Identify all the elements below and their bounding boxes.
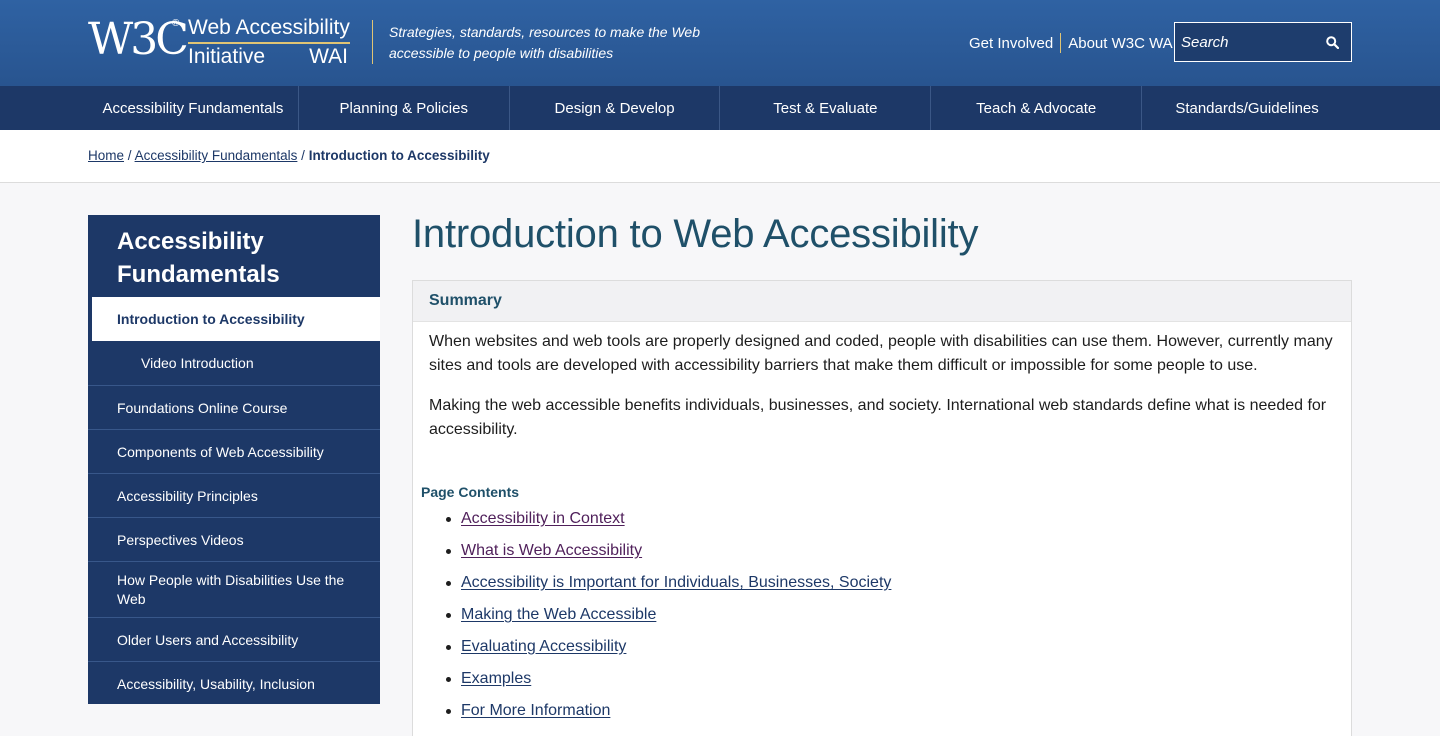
list-item: Making the Web Accessible xyxy=(445,603,891,635)
registered-mark: ® xyxy=(172,18,180,29)
list-item: Accessibility is Important for Individua… xyxy=(445,571,891,603)
breadcrumb-separator: / xyxy=(301,148,305,163)
contents-link-evaluating[interactable]: Evaluating Accessibility xyxy=(461,638,626,655)
sidebar-item-usability-inclusion[interactable]: Accessibility, Usability, Inclusion xyxy=(88,661,380,705)
nav-accessibility-fundamentals[interactable]: Accessibility Fundamentals xyxy=(88,86,299,130)
nav-teach-advocate[interactable]: Teach & Advocate xyxy=(931,86,1143,130)
contents-link-important[interactable]: Accessibility is Important for Individua… xyxy=(461,574,891,591)
get-involved-link[interactable]: Get Involved xyxy=(969,35,1053,52)
list-item: What is Web Accessibility xyxy=(445,539,891,571)
search-box xyxy=(1174,22,1352,62)
page-contents-list: Accessibility in Context What is Web Acc… xyxy=(445,507,891,731)
sidebar-item-how-people-use-web[interactable]: How People with Disabilities Use the Web xyxy=(88,561,380,617)
main-nav: Accessibility Fundamentals Planning & Po… xyxy=(0,86,1440,130)
contents-link-making-accessible[interactable]: Making the Web Accessible xyxy=(461,606,656,623)
sidebar-item-video-introduction[interactable]: Video Introduction xyxy=(88,341,380,385)
nav-test-evaluate[interactable]: Test & Evaluate xyxy=(720,86,932,130)
wai-logo-line1: Web Accessibility xyxy=(188,16,350,44)
sidebar-item-principles[interactable]: Accessibility Principles xyxy=(88,473,380,517)
wai-logo[interactable]: Web Accessibility Initiative WAI xyxy=(188,16,350,70)
sidebar-item-perspectives[interactable]: Perspectives Videos xyxy=(88,517,380,561)
nav-design-develop[interactable]: Design & Develop xyxy=(510,86,721,130)
breadcrumb-home[interactable]: Home xyxy=(88,148,124,163)
search-input[interactable] xyxy=(1175,33,1315,51)
sidebar-title: Accessibility Fundamentals xyxy=(117,228,280,288)
sidebar-item-foundations-course[interactable]: Foundations Online Course xyxy=(88,385,380,429)
sidebar-item-introduction[interactable]: Introduction to Accessibility xyxy=(92,297,380,341)
tagline-divider xyxy=(372,20,373,64)
search-icon xyxy=(1325,35,1339,49)
page-title: Introduction to Web Accessibility xyxy=(412,212,979,256)
sidebar-item-older-users[interactable]: Older Users and Accessibility xyxy=(88,617,380,661)
breadcrumb: Home / Accessibility Fundamentals / Intr… xyxy=(88,148,490,163)
wai-logo-initiative: Initiative xyxy=(188,45,266,68)
sidebar: Accessibility Fundamentals Introduction … xyxy=(88,215,380,704)
contents-link-more-info[interactable]: For More Information xyxy=(461,702,610,719)
site-header: W3C ® Web Accessibility Initiative WAI S… xyxy=(0,0,1440,86)
sidebar-item-components[interactable]: Components of Web Accessibility xyxy=(88,429,380,473)
breadcrumb-fundamentals[interactable]: Accessibility Fundamentals xyxy=(135,148,298,163)
page-contents: Page Contents Accessibility in Context W… xyxy=(412,473,1352,736)
search-button[interactable] xyxy=(1315,23,1349,61)
page-contents-heading: Page Contents xyxy=(421,484,520,500)
list-item: For More Information xyxy=(445,699,891,731)
breadcrumb-current: Introduction to Accessibility xyxy=(308,148,490,163)
about-w3c-wai-link[interactable]: About W3C WAI xyxy=(1068,35,1177,52)
wai-logo-line2: Initiative WAI xyxy=(188,44,348,70)
contents-link-context[interactable]: Accessibility in Context xyxy=(461,510,625,527)
contents-link-examples[interactable]: Examples xyxy=(461,670,531,687)
utility-nav: Get Involved About W3C WAI xyxy=(969,33,1177,53)
breadcrumb-bar: Home / Accessibility Fundamentals / Intr… xyxy=(0,130,1440,183)
wai-logo-abbr: WAI xyxy=(309,45,348,68)
sidebar-list: Introduction to Accessibility Video Intr… xyxy=(88,297,380,705)
list-item: Examples xyxy=(445,667,891,699)
summary-paragraph-1: When websites and web tools are properly… xyxy=(429,333,1333,374)
summary-body: When websites and web tools are properly… xyxy=(413,322,1351,442)
utility-separator xyxy=(1060,33,1062,53)
summary-heading: Summary xyxy=(413,281,1351,322)
list-item: Accessibility in Context xyxy=(445,507,891,539)
nav-planning-policies[interactable]: Planning & Policies xyxy=(299,86,510,130)
site-tagline: Strategies, standards, resources to make… xyxy=(389,24,701,61)
nav-standards-guidelines[interactable]: Standards/Guidelines xyxy=(1142,86,1352,130)
summary-paragraph-2: Making the web accessible benefits indiv… xyxy=(429,397,1327,438)
list-item: Evaluating Accessibility xyxy=(445,635,891,667)
breadcrumb-separator: / xyxy=(127,148,132,163)
summary-box: Summary When websites and web tools are … xyxy=(412,280,1352,474)
w3c-logo[interactable]: W3C ® xyxy=(88,14,189,66)
contents-link-what-is[interactable]: What is Web Accessibility xyxy=(461,542,642,559)
